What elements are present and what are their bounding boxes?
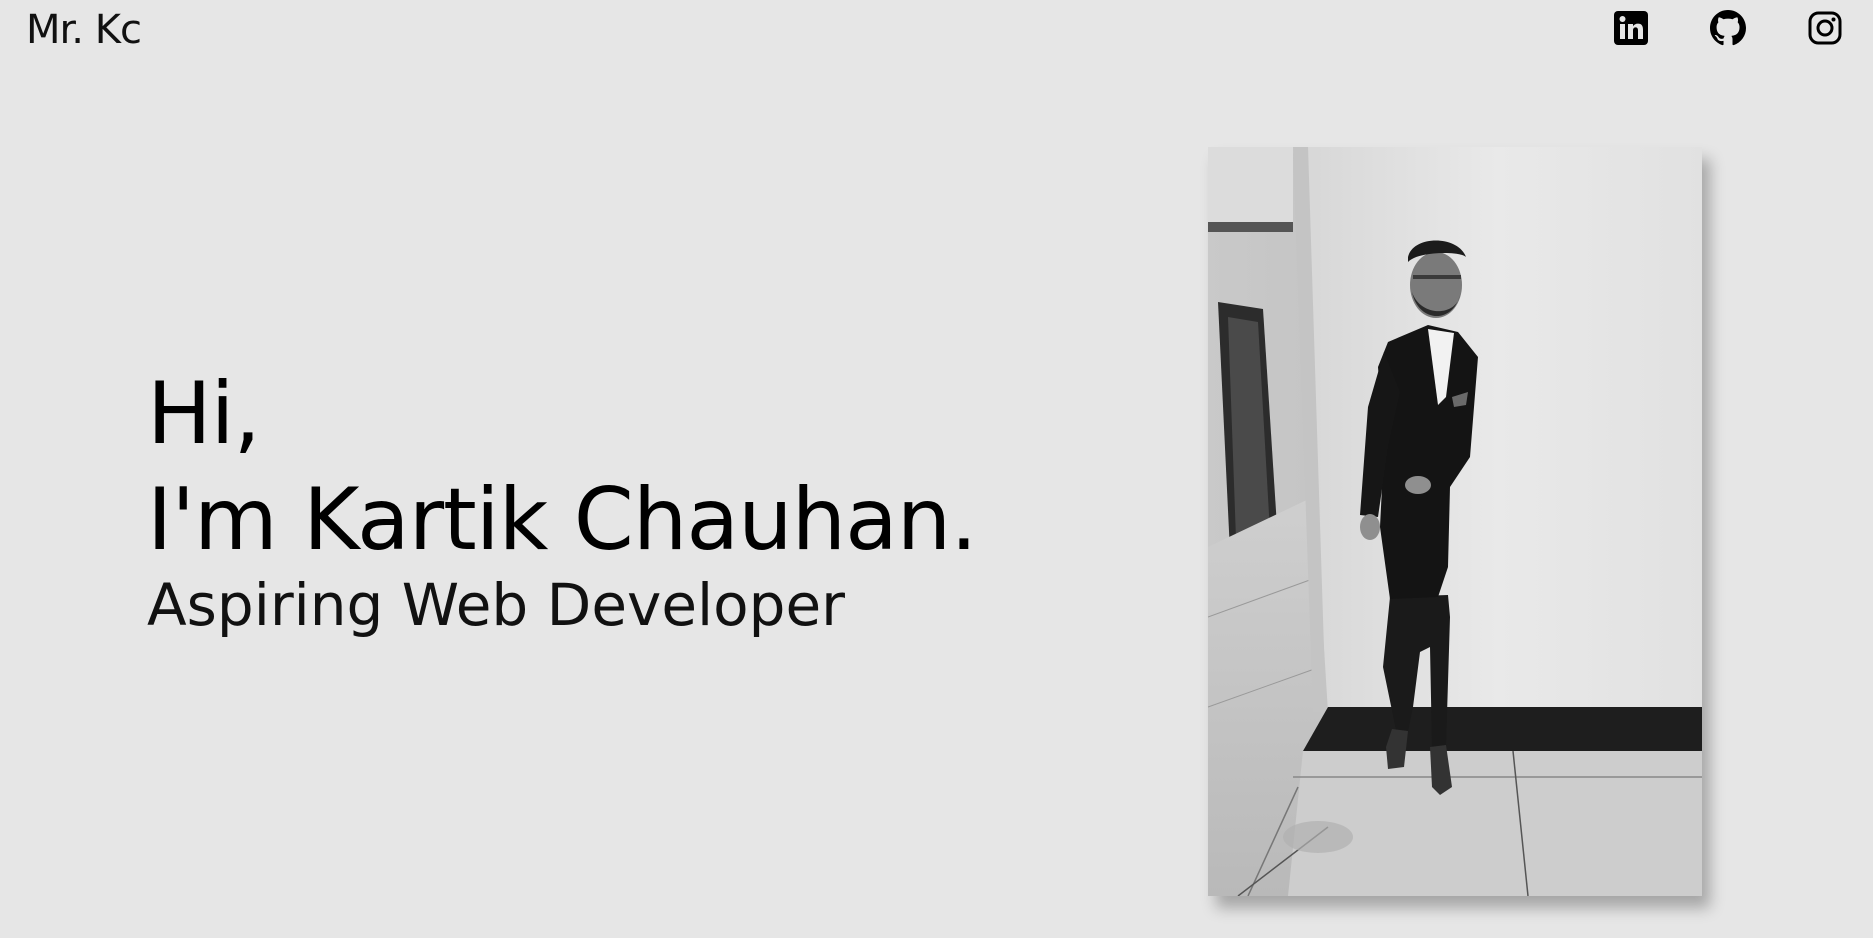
linkedin-link[interactable] bbox=[1582, 8, 1679, 48]
github-icon bbox=[1709, 10, 1746, 46]
social-links bbox=[1582, 8, 1873, 48]
instagram-icon bbox=[1808, 11, 1841, 45]
name-heading: I'm Kartik Chauhan. bbox=[147, 470, 978, 570]
portrait-photo bbox=[1208, 147, 1702, 896]
portrait-image bbox=[1208, 147, 1702, 896]
greeting-text: Hi, bbox=[147, 364, 261, 464]
brand-logo[interactable]: Mr. Kc bbox=[26, 4, 142, 56]
page: Mr. Kc Hi, I'm Kartik Chauhan. Aspiring … bbox=[0, 0, 1873, 938]
github-link[interactable] bbox=[1679, 8, 1776, 48]
instagram-link[interactable] bbox=[1776, 8, 1873, 48]
role-subtitle: Aspiring Web Developer bbox=[147, 571, 845, 639]
hero-section: Hi, I'm Kartik Chauhan. Aspiring Web Dev… bbox=[147, 362, 978, 640]
linkedin-icon bbox=[1613, 11, 1648, 45]
